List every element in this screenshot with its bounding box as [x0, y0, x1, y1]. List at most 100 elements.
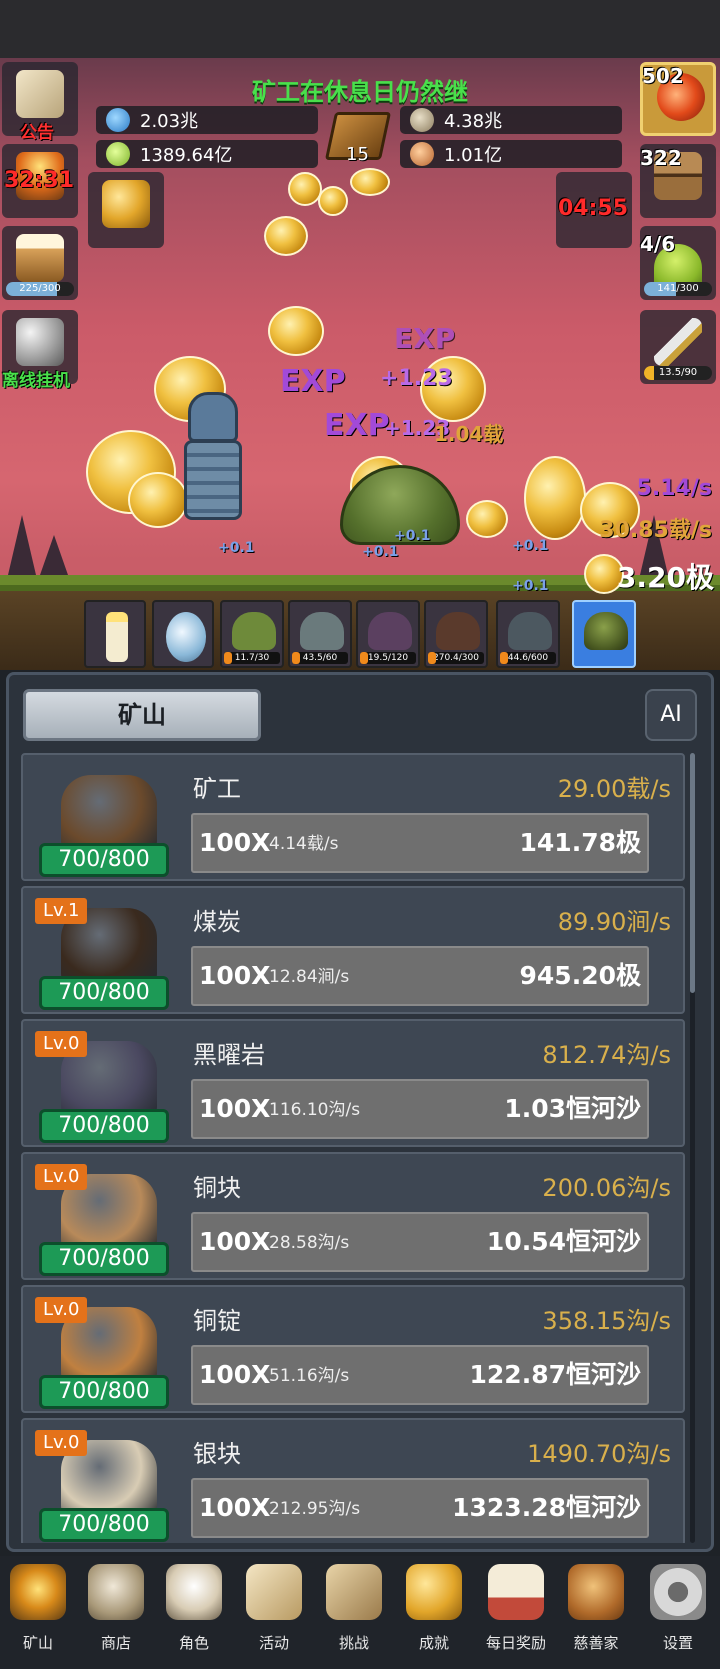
coin: [318, 186, 348, 216]
monster-slot[interactable]: 11.7/30: [220, 600, 284, 668]
letter-icon: [488, 1564, 544, 1620]
resource-rate: 358.15沟/s: [542, 1307, 671, 1335]
nav-label: 慈善家: [573, 1634, 619, 1652]
level-badge: Lv.1: [35, 898, 88, 924]
resource-list[interactable]: 700/800 矿工 29.00载/s 100X 4.14载/s 141.78极 Lv.1 7…: [21, 753, 697, 1543]
offline-label: 离线挂机: [2, 371, 70, 391]
sword-button[interactable]: 13.5/90: [640, 310, 716, 384]
key-icon: [16, 318, 64, 366]
egg-slot[interactable]: [152, 600, 214, 668]
upgrade-button[interactable]: 100X 28.58沟/s 10.54恒河沙: [191, 1212, 649, 1272]
nav-gear[interactable]: 设置: [638, 1556, 718, 1669]
upgrade-increment: 28.58沟/s: [269, 1233, 350, 1253]
resource-portrait: 700/800: [31, 761, 181, 877]
upgrade-cost: 10.54恒河沙: [486, 1227, 641, 1256]
upgrade-button[interactable]: 100X 116.10沟/s 1.03恒河沙: [191, 1079, 649, 1139]
monster-count: 19.5/120: [360, 652, 416, 664]
monster-slot[interactable]: 270.4/300: [424, 600, 488, 668]
nav-scroll[interactable]: 活动: [234, 1556, 314, 1669]
nav-label: 挑战: [338, 1634, 369, 1652]
nav-label: 角色: [178, 1634, 209, 1652]
level-badge: Lv.0: [35, 1297, 88, 1323]
upgrade-cost: 141.78极: [519, 828, 641, 857]
plus-popup: +0.1: [512, 578, 549, 594]
resource-meat: 1.01亿: [400, 140, 622, 168]
rock-spire: [8, 515, 36, 575]
coin: [350, 168, 390, 196]
resource-rate: 812.74沟/s: [542, 1041, 671, 1069]
stone-icon: [88, 1564, 144, 1620]
plus-popup: +0.1: [362, 544, 399, 560]
capacity-badge: 700/800: [39, 976, 169, 1010]
yield-rate: 30.85载/s: [599, 518, 712, 543]
coin: [264, 216, 308, 256]
nav-skull[interactable]: 角色: [154, 1556, 234, 1669]
capacity-badge: 700/800: [39, 1109, 169, 1143]
green-potion-icon: [106, 142, 130, 166]
upgrade-button[interactable]: 100X 12.84涧/s 945.20极: [191, 946, 649, 1006]
resource-stone-value: 4.38兆: [444, 111, 503, 132]
stone-icon: [410, 108, 434, 132]
tab-mine[interactable]: 矿山: [23, 689, 261, 741]
boss-slot[interactable]: [572, 600, 636, 668]
coin: [268, 306, 324, 356]
nav-map[interactable]: 挑战: [314, 1556, 394, 1669]
upgrade-cost: 1323.28恒河沙: [452, 1493, 641, 1522]
upgrade-button[interactable]: 100X 51.16沟/s 122.87恒河沙: [191, 1345, 649, 1405]
nav-letter[interactable]: 每日奖励: [476, 1556, 556, 1669]
resource-row: Lv.0 700/800 铜锭 358.15沟/s 100X 51.16沟/s 122.87…: [21, 1285, 685, 1413]
ai-button[interactable]: AI: [645, 689, 697, 741]
golden-key-icon: [406, 1564, 462, 1620]
candle-slot[interactable]: [84, 600, 146, 668]
golden-key-button[interactable]: [88, 172, 164, 248]
beer-mug-icon: [16, 234, 64, 282]
nav-label: 矿山: [22, 1634, 53, 1652]
monster-count: 44.6/600: [500, 652, 556, 664]
resource-stone: 4.38兆: [400, 106, 622, 134]
nav-lantern[interactable]: 矿山: [0, 1556, 78, 1669]
monster-count: 11.7/30: [224, 652, 280, 664]
upgrade-button[interactable]: 100X 212.95沟/s 1323.28恒河沙: [191, 1478, 649, 1538]
nav-label: 活动: [258, 1634, 289, 1652]
monster-slot[interactable]: 19.5/120: [356, 600, 420, 668]
nav-stone[interactable]: 商店: [76, 1556, 156, 1669]
nav-label: 商店: [100, 1634, 131, 1652]
monster-icon: [508, 612, 552, 650]
coin: [466, 500, 508, 538]
upgrade-multiplier: 100X: [199, 828, 271, 857]
resource-portrait: Lv.1 700/800: [31, 894, 181, 1010]
slime-progress-text: 141/300: [657, 283, 699, 294]
upgrade-cost: 945.20极: [519, 961, 641, 990]
orc-boss-icon: [584, 612, 628, 650]
scrollbar-thumb[interactable]: [690, 753, 695, 993]
monster-slot[interactable]: 43.5/60: [288, 600, 352, 668]
beer-button[interactable]: 225/300: [2, 226, 78, 300]
scroll-icon: [16, 70, 64, 118]
nav-golden-key[interactable]: 成就: [394, 1556, 474, 1669]
capacity-badge: 700/800: [39, 1242, 169, 1276]
resource-row: Lv.1 700/800 煤炭 89.90涧/s 100X 12.84涧/s 945.20极: [21, 886, 685, 1014]
slime-progress-bar: 141/300: [644, 282, 712, 296]
monster-slot[interactable]: 44.6/600: [496, 600, 560, 668]
resource-row: Lv.0 700/800 黑曜岩 812.74沟/s 100X 116.10沟/s 1.03…: [21, 1019, 685, 1147]
capacity-badge: 700/800: [39, 1508, 169, 1542]
gear-icon: [650, 1564, 706, 1620]
plus-popup: +0.1: [512, 538, 549, 554]
monster-icon: [368, 612, 412, 650]
miner-character: [178, 392, 248, 542]
exp-rate: 5.14/s: [636, 476, 712, 501]
upgrade-multiplier: 100X: [199, 1094, 271, 1123]
resource-green: 1389.64亿: [96, 140, 318, 168]
capacity-badge: 700/800: [39, 1375, 169, 1409]
bottom-nav: 矿山 商店 角色 活动 挑战 成就 每日奖励 慈善家 设置: [0, 1556, 720, 1669]
potion-count: 502: [642, 64, 684, 88]
level-badge: Lv.0: [35, 1164, 88, 1190]
nav-bread[interactable]: 慈善家: [556, 1556, 636, 1669]
rock-spire: [40, 535, 68, 575]
exp-popup: EXP: [280, 364, 346, 399]
resource-rate: 200.06沟/s: [542, 1174, 671, 1202]
upgrade-increment: 51.16沟/s: [269, 1366, 350, 1386]
monster-count: 270.4/300: [428, 652, 484, 664]
upgrade-button[interactable]: 100X 4.14载/s 141.78极: [191, 813, 649, 873]
candle-icon: [106, 612, 128, 662]
